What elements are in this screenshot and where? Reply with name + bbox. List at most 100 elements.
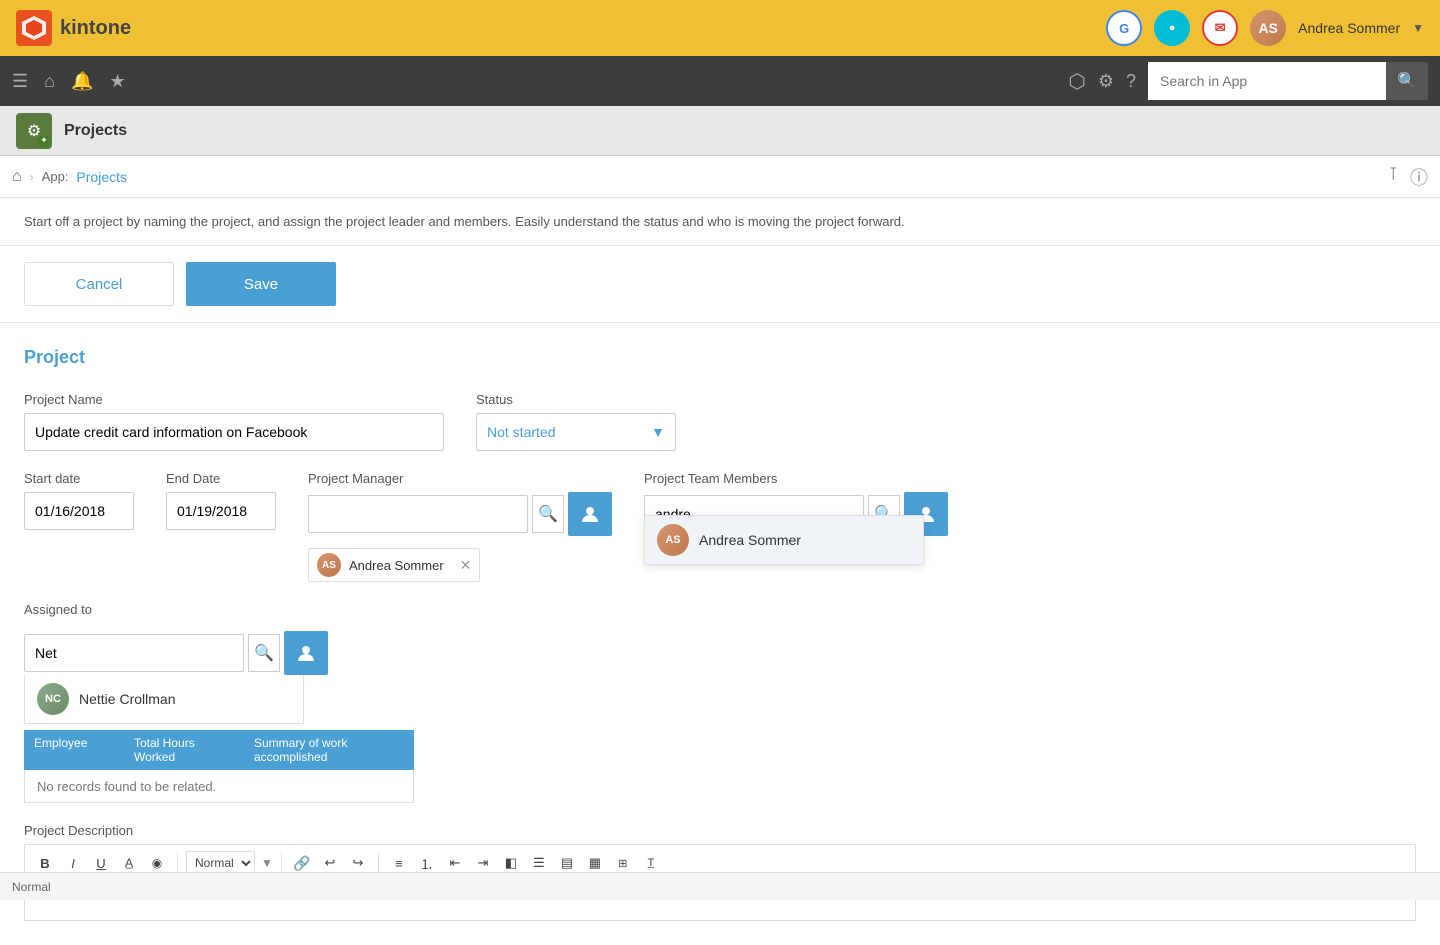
toolbar-sep-1 [177, 853, 178, 873]
form-row-3: Assigned to 🔍 NC Nettie Crollm [24, 602, 1416, 803]
pm-remove-btn[interactable]: ✕ [460, 557, 472, 574]
pm-selected-name: Andrea Sommer [349, 558, 444, 573]
related-col-summary: Summary of work accomplished [244, 730, 414, 770]
related-table: Employee Total Hours Worked Summary of w… [24, 730, 414, 803]
team-members-group: Project Team Members 🔍 AS Andrea So [644, 471, 948, 536]
assigned-to-picker-btn[interactable] [284, 631, 328, 675]
project-manager-search-input[interactable] [308, 495, 528, 533]
search-button[interactable]: 🔍 [1386, 62, 1428, 100]
home-icon[interactable]: ⌂ [44, 71, 55, 92]
form-row-1: Project Name Status Not started ▼ [24, 392, 1416, 451]
status-mode: Normal [12, 880, 51, 894]
breadcrumb-app-label: App: [42, 169, 69, 184]
end-date-input[interactable] [166, 492, 276, 530]
toolbar-sep-2 [281, 853, 282, 873]
project-manager-selected: AS Andrea Sommer ✕ [308, 548, 480, 582]
circle-icon[interactable]: ● [1154, 10, 1190, 46]
suggestion-name: Andrea Sommer [699, 532, 801, 548]
assigned-section: 🔍 NC Nettie Crollman [24, 631, 414, 803]
start-date-input[interactable] [24, 492, 134, 530]
action-buttons: Cancel Save [0, 246, 1440, 323]
assigned-suggestion: NC Nettie Crollman [24, 675, 304, 724]
assigned-suggestion-avatar: NC [37, 683, 69, 715]
status-bar: Normal [0, 872, 1440, 900]
settings-icon[interactable]: ⚙ [1098, 71, 1114, 92]
project-name-group: Project Name [24, 392, 444, 451]
end-date-group: End Date [166, 471, 276, 530]
assigned-to-search-btn[interactable]: 🔍 [248, 634, 280, 672]
cancel-button[interactable]: Cancel [24, 262, 174, 306]
project-name-input[interactable] [24, 413, 444, 451]
google-services-icon[interactable]: G [1106, 10, 1142, 46]
start-date-label: Start date [24, 471, 134, 486]
user-name: Andrea Sommer [1298, 20, 1400, 36]
project-desc-label: Project Description [24, 823, 1416, 838]
favorites-icon[interactable]: ★ [109, 71, 125, 92]
description-text: Start off a project by naming the projec… [24, 214, 905, 229]
project-name-label: Project Name [24, 392, 444, 407]
user-avatar[interactable]: AS [1250, 10, 1286, 46]
assigned-suggestion-item[interactable]: NC Nettie Crollman [25, 675, 303, 723]
related-table-body: No records found to be related. [24, 770, 414, 803]
project-manager-label: Project Manager [308, 471, 612, 486]
person-icon [580, 504, 600, 524]
related-col-employee: Employee [24, 730, 124, 770]
logo-area: kintone [16, 10, 131, 46]
avatar-face: AS [1250, 10, 1286, 46]
assigned-avatar-face: NC [37, 683, 69, 715]
project-manager-search-btn[interactable]: 🔍 [532, 495, 564, 533]
suggestion-avatar: AS [657, 524, 689, 556]
help-icon[interactable]: ? [1126, 71, 1136, 92]
nav-bar: ☰ ⌂ 🔔 ★ ⬡ ⚙ ? 🔍 [0, 56, 1440, 106]
deploy-icon[interactable]: ⬡ [1068, 69, 1085, 94]
form-section-title: Project [24, 347, 1416, 368]
font-size-chevron: ▼ [261, 856, 273, 870]
start-date-group: Start date [24, 471, 134, 530]
breadcrumb-separator: › [30, 170, 34, 184]
app-description: Start off a project by naming the projec… [0, 198, 1440, 246]
mail-icon[interactable]: ✉ [1202, 10, 1238, 46]
assigned-to-label: Assigned to [24, 602, 92, 617]
status-dropdown[interactable]: Not started ▼ [476, 413, 676, 451]
assigned-suggestion-name: Nettie Crollman [79, 691, 175, 707]
app-header: ⚙ ✦ Projects [0, 106, 1440, 156]
save-button[interactable]: Save [186, 262, 336, 306]
no-records-text: No records found to be related. [37, 779, 216, 794]
team-members-suggestion-item[interactable]: AS Andrea Sommer [645, 516, 923, 564]
assigned-to-input[interactable] [24, 634, 244, 672]
pm-avatar-face: AS [317, 553, 341, 577]
breadcrumb-home-icon[interactable]: ⌂ [12, 168, 22, 186]
app-logo-text: kintone [60, 17, 131, 40]
breadcrumb-actions: ⊺ ⓘ [1389, 164, 1428, 190]
end-date-label: End Date [166, 471, 276, 486]
breadcrumb-info-icon[interactable]: ⓘ [1410, 164, 1428, 190]
suggestion-avatar-face: AS [657, 524, 689, 556]
breadcrumb-filter-icon[interactable]: ⊺ [1389, 164, 1398, 190]
form-row-2: Start date End Date Project Manager 🔍 [24, 471, 1416, 582]
related-table-header: Employee Total Hours Worked Summary of w… [24, 730, 414, 770]
top-header: kintone G ● ✉ AS Andrea Sommer ▼ [0, 0, 1440, 56]
hamburger-icon[interactable]: ☰ [12, 71, 28, 92]
project-manager-picker-btn[interactable] [568, 492, 612, 536]
app-title: Projects [64, 122, 127, 140]
team-members-suggestion-dropdown: AS Andrea Sommer [644, 515, 924, 565]
breadcrumb-app-link[interactable]: Projects [76, 169, 127, 185]
user-menu-chevron[interactable]: ▼ [1412, 21, 1424, 35]
related-col-hours: Total Hours Worked [124, 730, 244, 770]
team-members-label: Project Team Members [644, 471, 948, 486]
toolbar-sep-3 [378, 853, 379, 873]
project-manager-search-row: 🔍 [308, 492, 612, 536]
nav-right: ⬡ ⚙ ? 🔍 [1068, 62, 1428, 100]
project-manager-group: Project Manager 🔍 AS Andrea Sommer ✕ [308, 471, 612, 582]
status-label: Status [476, 392, 676, 407]
assigned-search-row: 🔍 [24, 631, 414, 675]
kintone-logo-icon [16, 10, 52, 46]
search-input[interactable] [1148, 62, 1386, 100]
notifications-icon[interactable]: 🔔 [71, 71, 93, 92]
person-icon-3 [296, 643, 316, 663]
app-settings-icon[interactable]: ⚙ ✦ [16, 113, 52, 149]
search-container: 🔍 [1148, 62, 1428, 100]
header-right: G ● ✉ AS Andrea Sommer ▼ [1106, 10, 1424, 46]
status-value: Not started [487, 424, 555, 440]
form-area: Project Project Name Status Not started … [0, 323, 1440, 945]
